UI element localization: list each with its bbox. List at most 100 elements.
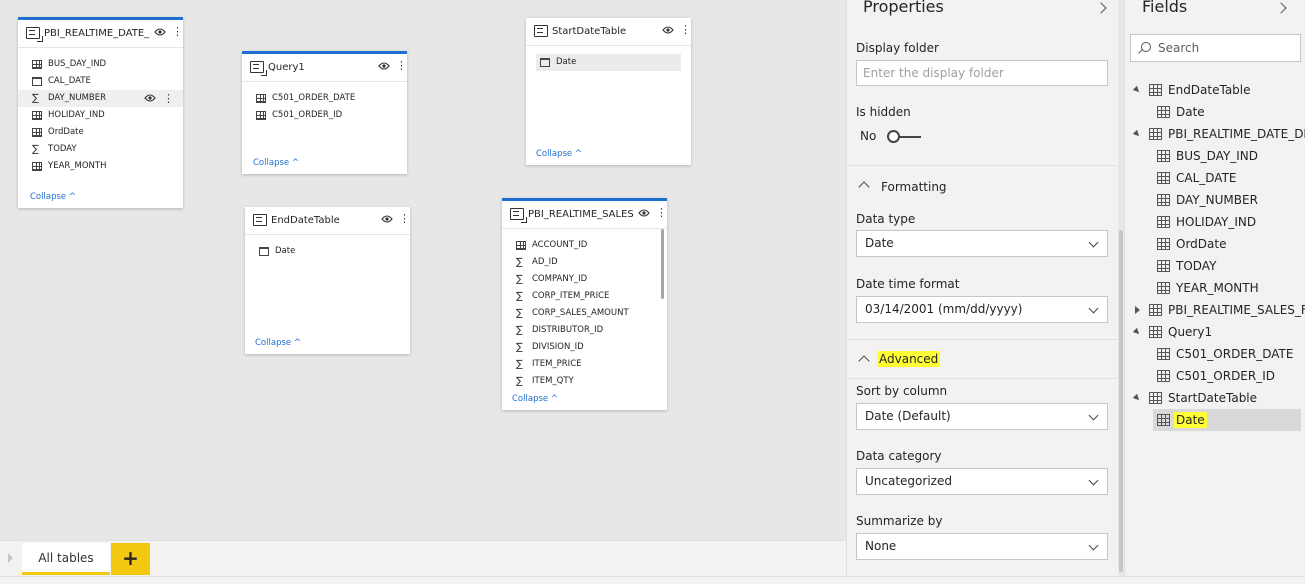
collapse-pane-icon[interactable] (1275, 2, 1287, 14)
table-card-header[interactable]: EndDateTable ⋮ (245, 207, 410, 235)
eye-icon[interactable] (638, 208, 650, 220)
field-row[interactable]: OrdDate (18, 124, 183, 141)
field-row[interactable]: CAL_DATE (18, 73, 183, 90)
more-options-icon[interactable]: ⋮ (680, 24, 691, 36)
table-card-title: Query1 (268, 62, 305, 73)
tree-field[interactable]: DAY_NUMBER (1125, 189, 1305, 211)
eye-icon[interactable] (144, 93, 156, 105)
tree-field[interactable]: TODAY (1125, 255, 1305, 277)
tree-field-selected[interactable]: Date (1125, 409, 1305, 431)
collapse-link[interactable]: Collapse ^ (253, 158, 299, 168)
tree-field[interactable]: C501_ORDER_DATE (1125, 343, 1305, 365)
table-card-header[interactable]: PBI_REALTIME_SALES... ⋮ (502, 201, 667, 229)
field-row[interactable]: BUS_DAY_IND (18, 56, 183, 73)
field-row[interactable]: ∑ TODAY (18, 141, 183, 158)
table-card-header[interactable]: PBI_REALTIME_DATE_... ⋮ (18, 20, 183, 48)
is-hidden-toggle[interactable] (887, 130, 921, 144)
expand-icon[interactable] (1132, 327, 1142, 337)
more-options-icon[interactable]: ⋮ (399, 213, 410, 225)
properties-scrollbar[interactable] (1119, 230, 1123, 572)
field-row[interactable]: ∑ ITEM_QTY (502, 373, 667, 390)
column-icon (1157, 282, 1170, 294)
scroll-left-icon[interactable] (8, 553, 13, 563)
field-row[interactable]: ∑ ITEM_PRICE (502, 356, 667, 373)
table-card-enddatetable[interactable]: EndDateTable ⋮ Date Collapse ^ (245, 207, 410, 354)
collapse-link[interactable]: Collapse ^ (255, 338, 301, 348)
column-icon (1157, 370, 1170, 382)
tab-all-tables[interactable]: All tables (22, 543, 110, 575)
data-category-label: Data category (856, 449, 942, 463)
field-row[interactable]: ∑ DISTRIBUTOR_ID (502, 322, 667, 339)
tree-field[interactable]: YEAR_MONTH (1125, 277, 1305, 299)
table-card-startdatetable[interactable]: StartDateTable ⋮ Date Collapse ^ (526, 18, 691, 165)
tree-table-sales[interactable]: PBI_REALTIME_SALES_FA... (1125, 299, 1305, 321)
expand-icon[interactable] (1135, 306, 1140, 314)
data-type-select[interactable]: Date (856, 230, 1108, 257)
table-card-query1[interactable]: Query1 ⋮ C501_ORDER_DATE C501_ORDER_ID C… (242, 51, 407, 174)
eye-icon[interactable] (662, 25, 674, 37)
tree-field[interactable]: OrdDate (1125, 233, 1305, 255)
data-category-select[interactable]: Uncategorized (856, 468, 1108, 495)
chevron-down-icon (1088, 540, 1099, 551)
tree-table-enddatetable[interactable]: EndDateTable (1125, 79, 1305, 101)
table-card-sales[interactable]: PBI_REALTIME_SALES... ⋮ ACCOUNT_ID ∑ AD_I… (502, 198, 667, 410)
field-row[interactable]: ∑ CORP_ITEM_PRICE (502, 288, 667, 305)
tree-field[interactable]: C501_ORDER_ID (1125, 365, 1305, 387)
column-icon (256, 111, 266, 120)
chevron-up-icon: ^ (550, 394, 558, 404)
add-layout-button[interactable]: + (111, 543, 150, 575)
formatting-section-header[interactable]: Formatting (847, 165, 1117, 203)
tree-field[interactable]: BUS_DAY_IND (1125, 145, 1305, 167)
more-options-icon[interactable]: ⋮ (163, 93, 174, 105)
field-row[interactable]: C501_ORDER_ID (242, 107, 407, 124)
calendar-icon (32, 77, 42, 86)
tree-table-startdatetable[interactable]: StartDateTable (1125, 387, 1305, 409)
field-row[interactable]: ACCOUNT_ID (502, 237, 667, 254)
field-row[interactable]: ∑ DIVISION_ID (502, 339, 667, 356)
collapse-link[interactable]: Collapse ^ (536, 149, 582, 159)
field-row[interactable]: HOLIDAY_IND (18, 107, 183, 124)
field-row[interactable]: Date (245, 243, 410, 260)
chevron-up-icon: ^ (68, 192, 76, 202)
table-field-list: BUS_DAY_IND CAL_DATE ∑ DAY_NUMBER ⋮ HOLID… (18, 48, 183, 175)
advanced-section-header[interactable]: Advanced (847, 339, 1117, 379)
tree-table-query1[interactable]: Query1 (1125, 321, 1305, 343)
chevron-down-icon (1088, 237, 1099, 248)
collapse-link[interactable]: Collapse ^ (512, 394, 558, 404)
more-options-icon[interactable]: ⋮ (396, 60, 407, 72)
more-options-icon[interactable]: ⋮ (172, 26, 183, 38)
expand-icon[interactable] (1132, 85, 1142, 95)
expand-icon[interactable] (1132, 129, 1142, 139)
table-card-date-dim[interactable]: PBI_REALTIME_DATE_... ⋮ BUS_DAY_IND CAL_… (18, 17, 183, 208)
collapse-pane-icon[interactable] (1095, 2, 1107, 14)
tree-field[interactable]: CAL_DATE (1125, 167, 1305, 189)
tree-field[interactable]: HOLIDAY_IND (1125, 211, 1305, 233)
card-scrollbar[interactable] (661, 229, 664, 299)
tree-field[interactable]: Date (1125, 101, 1305, 123)
table-field-list: Date (526, 46, 691, 71)
table-card-header[interactable]: StartDateTable ⋮ (526, 18, 691, 46)
tree-table-date-dim[interactable]: PBI_REALTIME_DATE_DIM (1125, 123, 1305, 145)
model-canvas[interactable]: PBI_REALTIME_DATE_... ⋮ BUS_DAY_IND CAL_… (0, 0, 846, 540)
eye-icon[interactable] (381, 214, 393, 226)
date-time-format-select[interactable]: 03/14/2001 (mm/dd/yyyy) (856, 296, 1108, 323)
search-input[interactable]: Search (1130, 34, 1301, 62)
expand-icon[interactable] (1132, 393, 1142, 403)
collapse-link[interactable]: Collapse ^ (30, 192, 76, 202)
sigma-icon: ∑ (516, 274, 523, 285)
field-row[interactable]: ∑ AD_ID (502, 254, 667, 271)
field-row[interactable]: ∑ DAY_NUMBER ⋮ (18, 90, 183, 107)
more-options-icon[interactable]: ⋮ (656, 207, 667, 219)
field-row[interactable]: ∑ CORP_SALES_AMOUNT (502, 305, 667, 322)
display-folder-input[interactable]: Enter the display folder (856, 60, 1108, 86)
field-row[interactable]: Date (536, 54, 681, 71)
sort-by-select[interactable]: Date (Default) (856, 403, 1108, 430)
field-row[interactable]: ∑ COMPANY_ID (502, 271, 667, 288)
field-row[interactable]: YEAR_MONTH (18, 158, 183, 175)
eye-icon[interactable] (378, 61, 390, 73)
table-card-header[interactable]: Query1 ⋮ (242, 54, 407, 82)
field-row[interactable]: C501_ORDER_DATE (242, 90, 407, 107)
eye-icon[interactable] (154, 27, 166, 39)
summarize-by-select[interactable]: None (856, 533, 1108, 560)
fields-title: Fields (1142, 0, 1188, 16)
